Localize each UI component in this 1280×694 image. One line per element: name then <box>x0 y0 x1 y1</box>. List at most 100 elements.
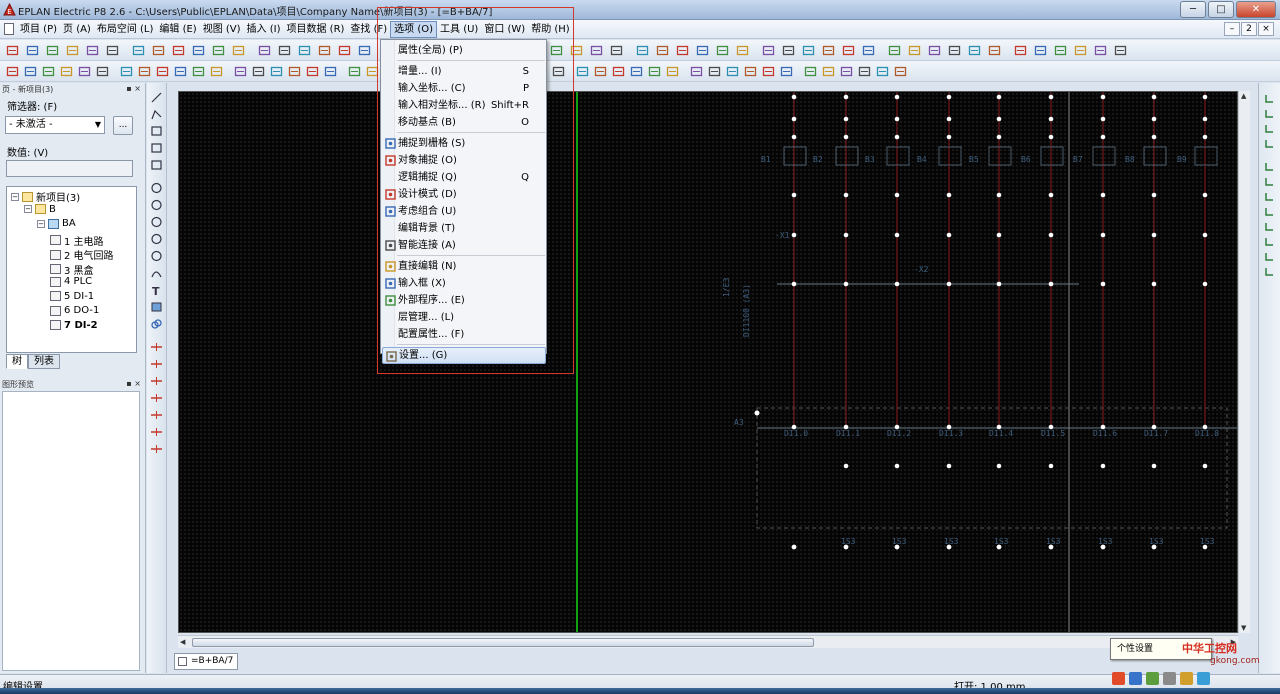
corner-connection-icon-8[interactable] <box>1263 221 1276 233</box>
draw-rect-tool-icon[interactable] <box>150 142 163 154</box>
options-menu-item-10[interactable]: 编辑背景 (T) <box>382 220 546 237</box>
toolbar2-tool-icon-47[interactable] <box>894 65 907 78</box>
toolbar1-tool-icon-28[interactable] <box>590 44 603 57</box>
scroll-down-icon[interactable]: ▼ <box>1241 624 1246 632</box>
horizontal-scroll-thumb[interactable] <box>192 638 814 647</box>
tree-expander-icon[interactable]: − <box>11 192 19 201</box>
options-menu-item-17[interactable]: 设置... (G) <box>382 347 546 364</box>
toolbar2-tool-icon-31[interactable] <box>594 65 607 78</box>
toolbar1-tool-icon-46[interactable] <box>968 44 981 57</box>
toolbar1-tool-icon-37[interactable] <box>782 44 795 57</box>
toolbar1-tool-icon-31[interactable] <box>656 44 669 57</box>
value-field[interactable] <box>6 160 133 177</box>
tree-node[interactable]: 1 主电路 <box>50 233 104 248</box>
panel-tab-0[interactable]: 树 <box>6 354 28 369</box>
toolbar2-tool-icon-0[interactable] <box>6 65 19 78</box>
options-menu-item-15[interactable]: 层管理... (L) <box>382 309 546 326</box>
toolbar1-tool-icon-52[interactable] <box>1094 44 1107 57</box>
corner-connection-icon-3[interactable] <box>1263 138 1276 150</box>
corner-connection-icon-5[interactable] <box>1263 176 1276 188</box>
toolbar1-tool-icon-2[interactable] <box>46 44 59 57</box>
toolbar1-tool-icon-51[interactable] <box>1074 44 1087 57</box>
toolbar1-tool-icon-4[interactable] <box>86 44 99 57</box>
mdi-restore-button[interactable]: 2 <box>1241 22 1257 36</box>
tree-node[interactable]: − BA <box>37 218 76 229</box>
menu-item-7[interactable]: 查找 (F) <box>347 21 390 38</box>
toolbar2-tool-icon-17[interactable] <box>324 65 337 78</box>
menu-item-11[interactable]: 帮助 (H) <box>528 21 573 38</box>
toolbar1-tool-icon-13[interactable] <box>278 44 291 57</box>
menu-item-10[interactable]: 窗口 (W) <box>481 21 528 38</box>
draw-wire-tool-icon[interactable] <box>150 358 163 370</box>
options-menu-item-9[interactable]: 考虑组合 (U) <box>382 203 546 220</box>
toolbar2-tool-icon-34[interactable] <box>648 65 661 78</box>
options-menu-item-16[interactable]: 配置属性... (F) <box>382 326 546 343</box>
toolbar1-tool-icon-15[interactable] <box>318 44 331 57</box>
toolbar2-tool-icon-11[interactable] <box>210 65 223 78</box>
toolbar1-tool-icon-48[interactable] <box>1014 44 1027 57</box>
corner-connection-icon-2[interactable] <box>1263 123 1276 135</box>
draw-circle-tool-icon[interactable] <box>150 250 163 262</box>
options-menu-item-13[interactable]: 输入框 (X) <box>382 275 546 292</box>
minimize-button[interactable]: ─ <box>1180 1 1206 18</box>
toolbar2-tool-icon-19[interactable] <box>366 65 379 78</box>
toolbar2-tool-icon-13[interactable] <box>252 65 265 78</box>
toolbar1-tool-icon-26[interactable] <box>550 44 563 57</box>
toolbar1-tool-icon-33[interactable] <box>696 44 709 57</box>
toolbar1-tool-icon-17[interactable] <box>358 44 371 57</box>
toolbar2-tool-icon-5[interactable] <box>96 65 109 78</box>
toolbar2-tool-icon-38[interactable] <box>726 65 739 78</box>
draw-circle-tool-icon[interactable] <box>150 216 163 228</box>
toolbar1-tool-icon-36[interactable] <box>762 44 775 57</box>
draw-wire-tool-icon[interactable] <box>150 443 163 455</box>
tree-node[interactable]: 7 DI-2 <box>50 320 98 331</box>
draw-rect-tool-icon[interactable] <box>150 159 163 171</box>
menu-item-4[interactable]: 视图 (V) <box>200 21 244 38</box>
toolbar1-tool-icon-3[interactable] <box>66 44 79 57</box>
draw-wire-tool-icon[interactable] <box>150 375 163 387</box>
options-menu-item-11[interactable]: 智能连接 (A) <box>382 237 546 254</box>
tree-expander-icon[interactable]: − <box>24 205 32 213</box>
toolbar1-tool-icon-30[interactable] <box>636 44 649 57</box>
toolbar1-tool-icon-16[interactable] <box>338 44 351 57</box>
toolbar2-tool-icon-36[interactable] <box>690 65 703 78</box>
toolbar2-tool-icon-41[interactable] <box>780 65 793 78</box>
options-menu-item-7[interactable]: 逻辑捕捉 (Q) Q <box>382 169 546 186</box>
options-menu-item-5[interactable]: 捕捉到栅格 (S) <box>382 135 546 152</box>
draw-wire-tool-icon[interactable] <box>150 409 163 421</box>
toolbar1-tool-icon-9[interactable] <box>192 44 205 57</box>
toolbar2-tool-icon-18[interactable] <box>348 65 361 78</box>
filter-browse-button[interactable]: ... <box>113 116 133 135</box>
toolbar1-tool-icon-5[interactable] <box>106 44 119 57</box>
toolbar1-tool-icon-34[interactable] <box>716 44 729 57</box>
menu-item-1[interactable]: 页 (A) <box>60 21 94 38</box>
corner-connection-icon-4[interactable] <box>1263 161 1276 173</box>
tree-node[interactable]: − B <box>24 204 56 215</box>
toolbar1-tool-icon-29[interactable] <box>610 44 623 57</box>
mdi-close-button[interactable]: × <box>1258 22 1274 36</box>
toolbar2-tool-icon-4[interactable] <box>78 65 91 78</box>
tree-node[interactable]: − 新项目(3) <box>11 189 80 204</box>
menu-item-8[interactable]: 选项 (O) <box>390 21 438 38</box>
panel-tab-1[interactable]: 列表 <box>28 354 60 369</box>
draw-link-tool-icon[interactable] <box>150 318 163 330</box>
options-menu-item-3[interactable]: 输入相对坐标... (R) Shift+R <box>382 97 546 114</box>
toolbar2-tool-icon-2[interactable] <box>42 65 55 78</box>
toolbar1-tool-icon-38[interactable] <box>802 44 815 57</box>
corner-connection-icon-10[interactable] <box>1263 251 1276 263</box>
toolbar1-tool-icon-50[interactable] <box>1054 44 1067 57</box>
toolbar2-tool-icon-7[interactable] <box>138 65 151 78</box>
draw-line-tool-icon[interactable] <box>150 91 163 103</box>
toolbar2-tool-icon-10[interactable] <box>192 65 205 78</box>
draw-arc-tool-icon[interactable] <box>150 267 163 279</box>
menu-item-0[interactable]: 项目 (P) <box>17 21 60 38</box>
draw-image-tool-icon[interactable] <box>150 301 163 313</box>
tree-node[interactable]: 4 PLC <box>50 276 92 287</box>
horizontal-scrollbar[interactable]: ◀ ▶ <box>178 635 1238 648</box>
toolbar1-tool-icon-0[interactable] <box>6 44 19 57</box>
toolbar1-tool-icon-49[interactable] <box>1034 44 1047 57</box>
tree-node[interactable]: 6 DO-1 <box>50 305 99 316</box>
menu-item-5[interactable]: 插入 (I) <box>244 21 284 38</box>
toolbar2-tool-icon-12[interactable] <box>234 65 247 78</box>
options-menu-item-8[interactable]: 设计模式 (D) <box>382 186 546 203</box>
